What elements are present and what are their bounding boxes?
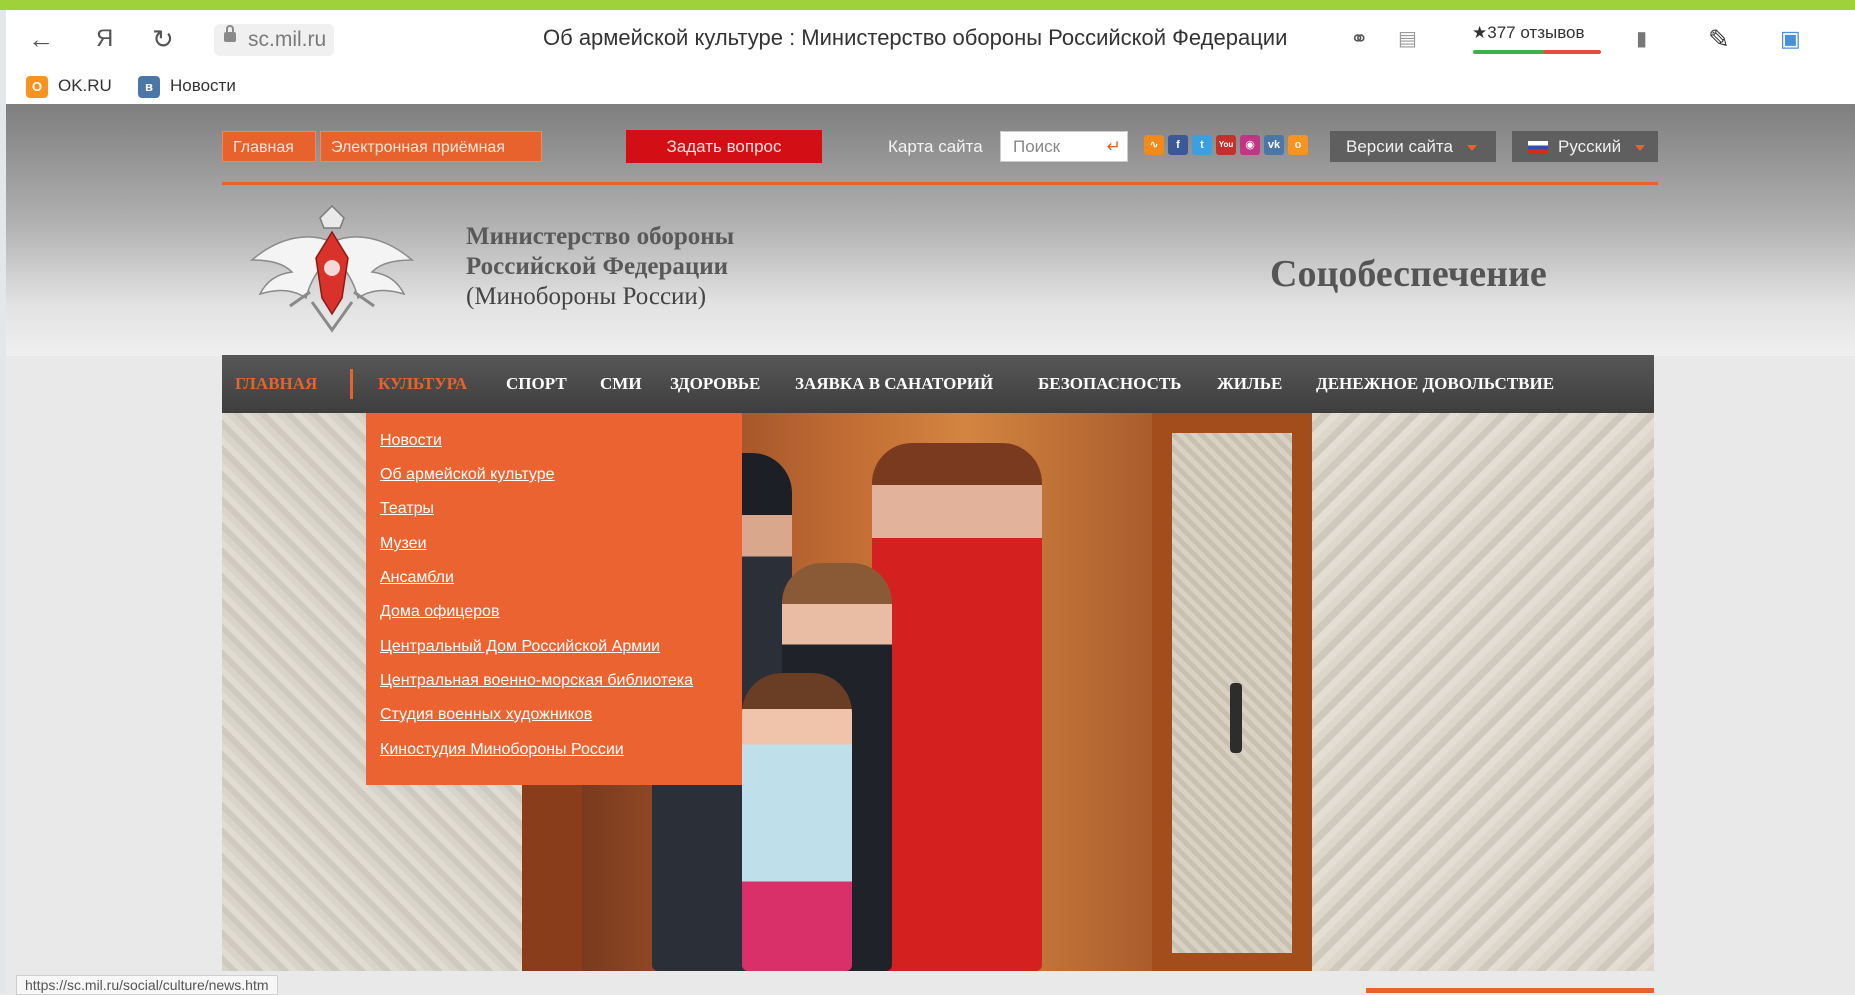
sitemap-link[interactable]: Карта сайта — [888, 131, 983, 162]
site-header: Главная Электронная приёмная Задать вопр… — [6, 104, 1855, 356]
submenu-news[interactable]: Новости — [380, 430, 442, 452]
submenu-naval-library[interactable]: Центральная военно-морская библиотека — [380, 670, 693, 692]
main-nav: ГЛАВНАЯ КУЛЬТУРА СПОРТ СМИ ЗДОРОВЬЕ ЗАЯВ… — [222, 355, 1654, 413]
submenu-about-culture[interactable]: Об армейской культуре — [380, 464, 555, 486]
vk-icon: в — [138, 75, 160, 98]
org-line-2: Российской Федерации — [466, 253, 729, 280]
nav-separator — [350, 369, 353, 399]
culture-submenu: Новости Об армейской культуре Театры Муз… — [366, 413, 742, 785]
org-line-1: Министерство обороны — [466, 223, 735, 250]
nav-sanatorium[interactable]: ЗАЯВКА В САНАТОРИЙ — [795, 355, 993, 413]
bookmarks-bar: О OK.RU в Новости — [6, 68, 1855, 104]
youtube-icon[interactable]: You — [1216, 135, 1236, 155]
facebook-icon[interactable]: f — [1168, 135, 1188, 155]
nav-sport[interactable]: СПОРТ — [506, 355, 567, 413]
chevron-down-icon — [1635, 144, 1646, 151]
org-line-3: (Минобороны России) — [466, 283, 707, 310]
reviews-badge[interactable]: ★377 отзывов — [1472, 20, 1585, 46]
reviews-rating-bar — [1473, 50, 1601, 54]
woman-figure — [872, 443, 1042, 971]
submenu-museums[interactable]: Музеи — [380, 533, 427, 555]
submenu-ensembles[interactable]: Ансамбли — [380, 567, 454, 589]
bookmark-ok-label: OK.RU — [58, 76, 112, 95]
bookmark-ok[interactable]: О OK.RU — [26, 72, 112, 100]
ok-icon: О — [26, 75, 48, 98]
site-versions-label: Версии сайта — [1346, 137, 1453, 156]
nav-media[interactable]: СМИ — [600, 355, 642, 413]
door-handle — [1230, 683, 1242, 753]
nav-housing[interactable]: ЖИЛЬЕ — [1217, 355, 1282, 413]
footer-accent — [1366, 988, 1654, 993]
bookmark-news[interactable]: в Новости — [138, 72, 236, 100]
girl-figure — [742, 673, 852, 971]
organization-name: Министерство обороны Российской Федераци… — [466, 222, 734, 312]
yandex-icon[interactable]: Я — [96, 24, 113, 54]
translate-icon[interactable]: ✎ — [1708, 24, 1730, 54]
submenu-film-studio[interactable]: Киностудия Минобороны России — [380, 739, 624, 761]
nav-health[interactable]: ЗДОРОВЬЕ — [670, 355, 760, 413]
russia-flag-icon — [1528, 141, 1548, 155]
nav-culture[interactable]: КУЛЬТУРА — [378, 355, 467, 413]
back-arrow-icon[interactable]: ← — [28, 24, 54, 54]
bookmark-news-label: Новости — [170, 76, 236, 95]
search-placeholder: Поиск — [1013, 137, 1061, 156]
site-versions-dropdown[interactable]: Версии сайта — [1330, 131, 1496, 162]
search-input[interactable]: Поиск ↵ — [1000, 131, 1128, 162]
submenu-theatres[interactable]: Театры — [380, 498, 434, 520]
nav-allowance[interactable]: ДЕНЕЖНОЕ ДОВОЛЬСТВИЕ — [1316, 355, 1554, 413]
header-divider — [222, 182, 1658, 185]
vk-social-icon[interactable]: vk — [1264, 135, 1284, 155]
page-title: Об армейской культуре : Министерство обо… — [543, 25, 1288, 50]
address-url: sc.mil.ru — [248, 28, 327, 51]
language-dropdown[interactable]: Русский — [1512, 131, 1658, 162]
submenu-officers-houses[interactable]: Дома офицеров — [380, 601, 499, 623]
home-button[interactable]: Главная — [222, 131, 316, 162]
enter-icon[interactable]: ↵ — [1107, 132, 1121, 161]
emblem-icon[interactable] — [250, 202, 414, 336]
status-url: https://sc.mil.ru/social/culture/news.ht… — [16, 975, 278, 995]
section-title: Соцобеспечение — [1270, 253, 1547, 295]
wallpaper-right — [1312, 413, 1654, 971]
rss-icon[interactable]: ∿ — [1144, 135, 1164, 155]
browser-toolbar: ← Я ↻ sc.mil.ru Об армейской культуре : … — [6, 10, 1855, 68]
reader-mode-icon[interactable]: ▤ — [1398, 24, 1417, 54]
reload-icon[interactable]: ↻ — [152, 24, 174, 54]
ok-social-icon[interactable]: о — [1288, 135, 1308, 155]
nav-home[interactable]: ГЛАВНАЯ — [235, 355, 317, 413]
screenshot-icon[interactable]: ▣ — [1780, 24, 1801, 54]
lock-icon — [224, 25, 236, 42]
address-bar[interactable]: sc.mil.ru — [214, 24, 335, 56]
submenu-central-army-house[interactable]: Центральный Дом Российской Армии — [380, 636, 660, 658]
headphones-icon[interactable]: ⚭ — [1350, 24, 1368, 54]
bookmark-icon[interactable]: ▮ — [1636, 24, 1647, 54]
ask-question-button[interactable]: Задать вопрос — [626, 130, 822, 163]
browser-top-stripe — [0, 0, 1855, 10]
twitter-icon[interactable]: t — [1192, 135, 1212, 155]
nav-security[interactable]: БЕЗОПАСНОСТЬ — [1038, 355, 1181, 413]
chevron-down-icon — [1466, 144, 1477, 151]
instagram-icon[interactable]: ◉ — [1240, 135, 1260, 155]
language-label: Русский — [1558, 137, 1622, 156]
submenu-military-artists[interactable]: Студия военных художников — [380, 704, 592, 726]
reception-button[interactable]: Электронная приёмная — [320, 131, 542, 162]
